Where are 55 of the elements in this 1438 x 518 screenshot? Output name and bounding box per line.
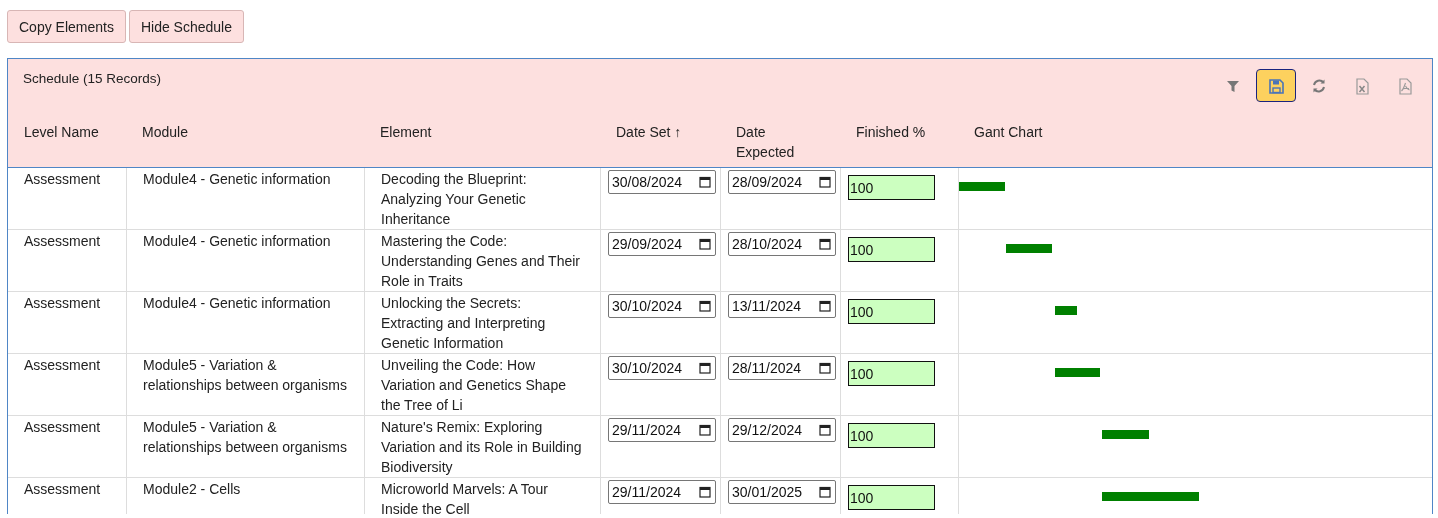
- percent-field[interactable]: 100: [848, 423, 935, 448]
- column-header[interactable]: Element: [380, 122, 432, 142]
- date-field[interactable]: 29/12/2024: [728, 418, 836, 442]
- table-cell-text: Module5 - Variation & relationships between organisms: [143, 356, 348, 395]
- column-header[interactable]: Level Name: [24, 122, 99, 142]
- date-field[interactable]: 28/09/2024: [728, 170, 836, 194]
- gantt-bar: [959, 182, 1005, 191]
- percent-field[interactable]: 100: [848, 485, 935, 510]
- table-cell-text: Nature's Remix: Exploring Variation and its Role in Building Biodiversity: [381, 418, 583, 477]
- table-cell-text: Decoding the Blueprint: Analyzing Your Genetic Inheritance: [381, 170, 528, 229]
- table-cell-text: Module2 - Cells: [143, 480, 242, 499]
- percent-field[interactable]: 100: [848, 361, 935, 386]
- table-cell-text: Assessment: [24, 170, 102, 189]
- percent-field[interactable]: 100: [848, 237, 935, 262]
- table-cell-text: Module4 - Genetic information: [143, 294, 332, 313]
- table-cell-text: Microworld Marvels: A Tour Inside the Cell: [381, 480, 549, 514]
- table-cell-text: Assessment: [24, 418, 102, 437]
- date-field[interactable]: 30/10/2024: [608, 294, 716, 318]
- button[interactable]: Hide Schedule: [128, 10, 244, 43]
- date-field[interactable]: 30/08/2024: [608, 170, 716, 194]
- gantt-bar: [1054, 368, 1101, 377]
- table-cell-text: Unveiling the Code: How Variation and Genetics Shape the Tree of Li: [381, 356, 567, 415]
- column-header[interactable]: Finished %: [856, 122, 926, 142]
- gantt-bar: [1054, 306, 1077, 315]
- date-field[interactable]: 28/11/2024: [728, 356, 836, 380]
- column-header[interactable]: Gant Chart: [974, 122, 1043, 142]
- table-cell-text: Module4 - Genetic information: [143, 232, 332, 251]
- percent-field[interactable]: 100: [848, 175, 935, 200]
- column-header[interactable]: Module: [142, 122, 188, 142]
- table-cell-text: Mastering the Code: Understanding Genes and Their Role in Traits: [381, 232, 581, 291]
- table-cell-text: Assessment: [24, 356, 102, 375]
- pdf-file-icon: [1396, 76, 1414, 95]
- toolbar-button[interactable]: [1256, 69, 1296, 102]
- column-header[interactable]: Date Set ↑: [616, 122, 682, 142]
- table-cell-text: Assessment: [24, 294, 102, 313]
- table-cell-text: Assessment: [24, 232, 102, 251]
- table-cell-text: Module5 - Variation & relationships between organisms: [143, 418, 348, 457]
- percent-field[interactable]: 100: [848, 299, 935, 324]
- table-cell-text: Assessment: [24, 480, 102, 499]
- date-field[interactable]: 29/09/2024: [608, 232, 716, 256]
- date-field[interactable]: 29/11/2024: [608, 480, 716, 504]
- excel-file-icon: [1353, 76, 1371, 95]
- table-cell-text: Module4 - Genetic information: [143, 170, 332, 189]
- date-field[interactable]: 28/10/2024: [728, 232, 836, 256]
- table-cell-text: Unlocking the Secrets: Extracting and Interpreting Genetic Information: [381, 294, 547, 353]
- date-field[interactable]: 29/11/2024: [608, 418, 716, 442]
- save-icon: [1267, 76, 1285, 95]
- panel-title: Schedule (15 Records): [23, 71, 162, 86]
- date-field[interactable]: 30/01/2025: [728, 480, 836, 504]
- gantt-bar: [1101, 430, 1149, 439]
- date-field[interactable]: 30/10/2024: [608, 356, 716, 380]
- date-field[interactable]: 13/11/2024: [728, 294, 836, 318]
- button[interactable]: Copy Elements: [7, 10, 126, 43]
- gantt-bar: [1006, 244, 1052, 253]
- column-header[interactable]: Date Expected: [736, 122, 806, 162]
